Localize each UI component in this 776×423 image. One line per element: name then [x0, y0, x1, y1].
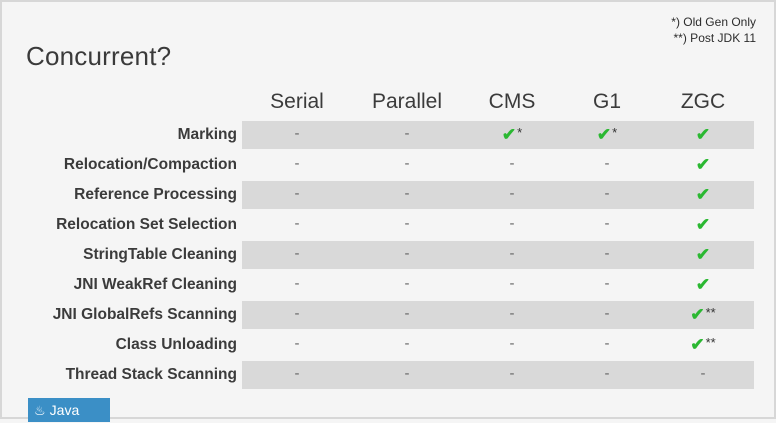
row-label: JNI WeakRef Cleaning: [73, 276, 237, 293]
column-header-parallel: Parallel: [371, 90, 443, 113]
column-header-zgc: ZGC: [680, 90, 726, 113]
column-header-serial: Serial: [270, 90, 324, 113]
table-cell: ✔: [695, 215, 711, 234]
table-cell: -: [294, 125, 300, 142]
table-cell: ✔: [695, 185, 711, 204]
table-cell: -: [294, 185, 300, 202]
table-row: JNI WeakRef Cleaning - - - - ✔: [0, 270, 776, 300]
table-cell: -: [604, 365, 610, 382]
table-cell: -: [509, 185, 515, 202]
java-logo-text: Java: [49, 402, 80, 418]
table-cell: -: [294, 335, 300, 352]
table-cell: -: [604, 305, 610, 322]
table-row: Relocation Set Selection - - - - ✔: [0, 210, 776, 240]
table-cell: -: [294, 245, 300, 262]
row-label: Class Unloading: [115, 336, 237, 353]
row-label: Reference Processing: [74, 186, 237, 203]
slide-title: Concurrent?: [26, 41, 172, 71]
table-cell: ✔: [695, 125, 711, 144]
table-row: Relocation/Compaction - - - - ✔: [0, 150, 776, 180]
java-logo: ♨ Java: [28, 398, 110, 422]
table-cell: -: [509, 365, 515, 382]
comparison-table: Marking - - ✔* ✔* ✔ Relocation/Compaction - - - - ✔…: [0, 120, 776, 390]
table-cell: -: [509, 275, 515, 292]
java-cup-icon: ♨: [34, 403, 46, 418]
table-cell: -: [509, 305, 515, 322]
table-cell: ✔*: [596, 125, 618, 144]
table-row: Marking - - ✔* ✔* ✔: [0, 120, 776, 150]
column-header-g1: G1: [592, 90, 621, 113]
table-cell: -: [294, 275, 300, 292]
table-cell: -: [604, 335, 610, 352]
table-cell: -: [404, 245, 410, 262]
table-cell: -: [404, 125, 410, 142]
row-label: Thread Stack Scanning: [65, 366, 237, 383]
row-label: Relocation Set Selection: [56, 216, 237, 233]
row-label: Relocation/Compaction: [63, 156, 237, 173]
table-cell: -: [404, 305, 410, 322]
row-label: StringTable Cleaning: [83, 246, 237, 263]
table-row: StringTable Cleaning - - - - ✔: [0, 240, 776, 270]
row-label: JNI GlobalRefs Scanning: [52, 306, 237, 323]
table-cell: ✔: [695, 275, 711, 294]
table-cell: -: [604, 245, 610, 262]
table-header: Serial Parallel CMS G1 ZGC: [0, 87, 776, 117]
table-cell: -: [294, 215, 300, 232]
table-row: Reference Processing - - - - ✔: [0, 180, 776, 210]
table-cell: -: [509, 335, 515, 352]
table-cell: ✔**: [690, 335, 716, 354]
table-cell: -: [604, 275, 610, 292]
table-cell: -: [509, 155, 515, 172]
column-header-cms: CMS: [488, 90, 536, 113]
table-cell: -: [509, 245, 515, 262]
table-cell: -: [294, 155, 300, 172]
table-cell: ✔*: [501, 125, 523, 144]
table-cell: -: [404, 365, 410, 382]
table-cell: -: [404, 215, 410, 232]
table-cell: -: [604, 155, 610, 172]
table-cell: -: [604, 215, 610, 232]
table-row: Class Unloading - - - - ✔**: [0, 330, 776, 360]
table-row: Thread Stack Scanning - - - - -: [0, 360, 776, 390]
footnote-old-gen: *) Old Gen Only: [671, 15, 756, 29]
footnotes: *) Old Gen Only **) Post JDK 11: [671, 14, 756, 46]
table-cell: -: [404, 155, 410, 172]
table-cell: ✔: [695, 245, 711, 264]
table-cell: ✔**: [690, 305, 716, 324]
row-label: Marking: [177, 126, 237, 143]
table-cell: ✔: [695, 155, 711, 174]
table-cell: -: [404, 275, 410, 292]
table-cell: -: [509, 215, 515, 232]
table-cell: -: [700, 365, 706, 382]
table-cell: -: [404, 335, 410, 352]
table-cell: -: [604, 185, 610, 202]
table-cell: -: [404, 185, 410, 202]
table-cell: -: [294, 305, 300, 322]
table-cell: -: [294, 365, 300, 382]
table-row: JNI GlobalRefs Scanning - - - - ✔**: [0, 300, 776, 330]
footnote-post-jdk11: **) Post JDK 11: [673, 31, 756, 45]
